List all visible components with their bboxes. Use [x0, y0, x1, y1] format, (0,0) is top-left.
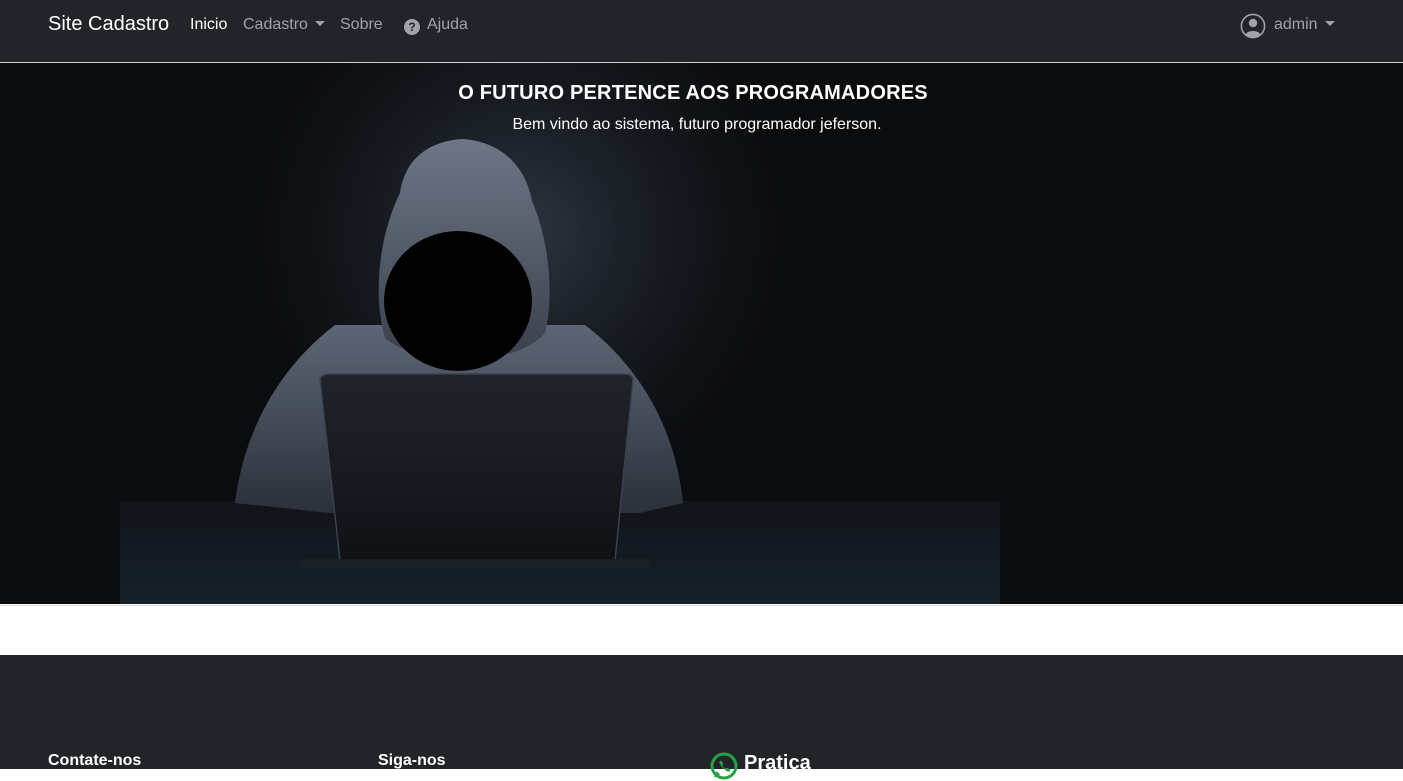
divider: [0, 605, 1403, 606]
footer-brand-label: Pratica: [744, 752, 811, 774]
nav-dropdown-cadastro[interactable]: Cadastro: [243, 16, 325, 34]
hero-title: O FUTURO PERTENCE AOS PROGRAMADORES: [458, 82, 928, 104]
navbar-brand[interactable]: Site Cadastro: [48, 13, 169, 36]
chevron-down-icon: [1324, 21, 1335, 26]
username: admin: [1274, 16, 1318, 33]
help-circle-icon: ?: [404, 19, 420, 35]
chevron-down-icon: [314, 21, 325, 26]
nav-link-inicio[interactable]: Inicio: [190, 16, 227, 34]
footer: Contate-nos Siga-nos Pratica: [0, 655, 1403, 780]
hero-banner: O FUTURO PERTENCE AOS PROGRAMADORES Bem …: [0, 63, 1403, 604]
nav-link-cadastro-label: Cadastro: [243, 16, 308, 33]
footer-heading-contact: Contate-nos: [48, 752, 142, 769]
navbar: Site Cadastro Inicio Cadastro Sobre ? Aju…: [0, 0, 1403, 63]
user-circle-icon: [1240, 13, 1266, 39]
hooded-programmer-image: [0, 63, 1403, 604]
whatsapp-icon: [710, 752, 738, 780]
nav-link-sobre[interactable]: Sobre: [340, 16, 383, 34]
footer-heading-follow: Siga-nos: [378, 752, 446, 769]
nav-link-ajuda[interactable]: ? Ajuda: [404, 16, 468, 35]
hero-subtitle: Bem vindo ao sistema, futuro programador…: [512, 116, 882, 133]
user-menu-label: admin: [1274, 16, 1335, 34]
nav-link-ajuda-label: Ajuda: [427, 16, 468, 33]
